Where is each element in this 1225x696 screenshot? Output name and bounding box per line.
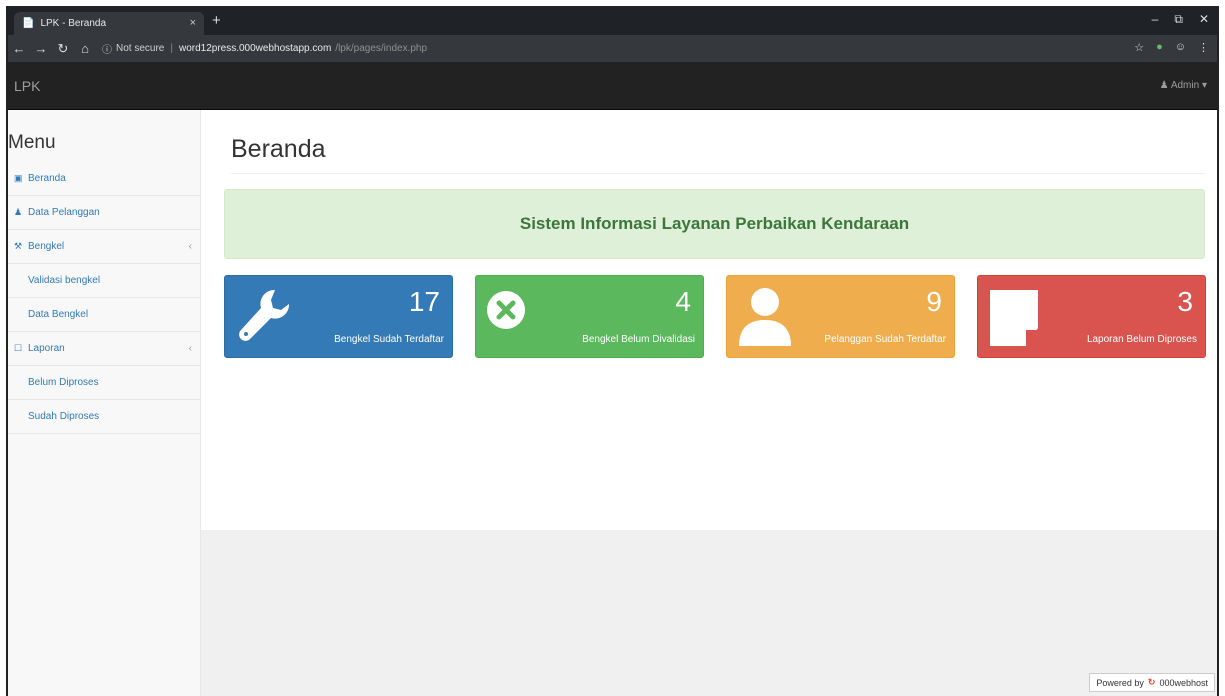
sidebar-item-label: Laporan bbox=[28, 343, 65, 354]
sidebar-item-laporan[interactable]: ☐ Laporan ‹ bbox=[8, 332, 200, 366]
sidebar-item-beranda[interactable]: ▣ Beranda bbox=[8, 162, 200, 196]
stat-count: 17 bbox=[408, 286, 440, 317]
stat-label: Bengkel Sudah Terdaftar bbox=[334, 334, 444, 345]
sticky-note-icon bbox=[990, 290, 1038, 346]
url-host: word12press.000webhostapp.com bbox=[178, 43, 332, 54]
sidebar-title: Menu bbox=[8, 132, 56, 153]
new-tab-button[interactable]: + bbox=[212, 12, 221, 29]
dashboard-icon: ▣ bbox=[14, 173, 23, 183]
address-bar: ← → ↻ ⌂ ⓘ Not secure | word12press.000we… bbox=[8, 35, 1217, 62]
divider bbox=[231, 173, 1205, 174]
url-path: /lpk/pages/index.php bbox=[335, 43, 428, 54]
sidebar: Menu ▣ Beranda ♟ Data Pelanggan ⚒ Bengke… bbox=[8, 110, 201, 696]
sidebar-item-label: Bengkel bbox=[28, 241, 65, 252]
main-content: Beranda Sistem Informasi Layanan Perbaik… bbox=[201, 110, 1217, 530]
caret-down-icon: ▾ bbox=[1201, 80, 1207, 91]
app-navbar: LPK ♟ Admin ▾ bbox=[8, 62, 1217, 110]
stat-count: 3 bbox=[1177, 286, 1193, 317]
sidebar-item-validasi-bengkel[interactable]: Validasi bengkel bbox=[8, 264, 200, 298]
wrench-icon bbox=[239, 289, 290, 341]
browser-tab[interactable]: 📄 LPK - Beranda × bbox=[14, 12, 204, 35]
user-icon bbox=[739, 288, 791, 346]
stat-label: Bengkel Belum Divalidasi bbox=[582, 334, 695, 345]
stat-label: Pelanggan Sudah Terdaftar bbox=[824, 334, 946, 345]
reload-icon[interactable]: ↻ bbox=[52, 41, 74, 57]
url-field[interactable]: ⓘ Not secure | word12press.000webhostapp… bbox=[102, 41, 427, 56]
tab-bar: 📄 LPK - Beranda × + – ⧉ ✕ bbox=[8, 8, 1217, 35]
hosting-badge[interactable]: Powered by ↻ 000webhost bbox=[1089, 673, 1215, 692]
navbar-brand[interactable]: LPK bbox=[14, 78, 40, 94]
toolbar-icons: ☆ ● ☺ ⋮ bbox=[1134, 41, 1209, 54]
browser-window: 📄 LPK - Beranda × + – ⧉ ✕ ← → ↻ ⌂ ⓘ Not … bbox=[6, 6, 1219, 696]
close-window-icon[interactable]: ✕ bbox=[1199, 12, 1209, 27]
user-dropdown[interactable]: ♟ Admin ▾ bbox=[1160, 80, 1207, 91]
sidebar-item-belum-diproses[interactable]: Belum Diproses bbox=[8, 366, 200, 400]
tab-close-icon[interactable]: × bbox=[190, 17, 196, 29]
wrench-icon: ⚒ bbox=[14, 241, 23, 251]
sidebar-item-label: Sudah Diproses bbox=[28, 411, 100, 422]
chevron-left-icon: ‹ bbox=[188, 241, 192, 252]
bookmark-star-icon[interactable]: ☆ bbox=[1134, 41, 1144, 54]
sidebar-item-data-pelanggan[interactable]: ♟ Data Pelanggan bbox=[8, 196, 200, 230]
tab-title: LPK - Beranda bbox=[40, 18, 107, 29]
restore-icon[interactable]: ⧉ bbox=[1174, 12, 1183, 27]
sidebar-item-label: Belum Diproses bbox=[28, 377, 99, 388]
stat-card-laporan-belum-diproses[interactable]: 3 Laporan Belum Diproses bbox=[977, 275, 1206, 358]
powered-by-text: Powered by bbox=[1096, 677, 1144, 688]
account-icon[interactable]: ☺ bbox=[1175, 41, 1186, 54]
info-icon[interactable]: ⓘ bbox=[102, 41, 112, 56]
page-icon: 📄 bbox=[22, 18, 35, 29]
minimize-icon[interactable]: – bbox=[1152, 12, 1159, 27]
stat-count: 4 bbox=[675, 286, 691, 317]
user-icon: ♟ bbox=[1159, 80, 1169, 91]
sidebar-item-sudah-diproses[interactable]: Sudah Diproses bbox=[8, 400, 200, 434]
sidebar-item-label: Data Pelanggan bbox=[28, 207, 100, 218]
sidebar-item-label: Beranda bbox=[28, 173, 66, 184]
sidebar-item-label: Data Bengkel bbox=[28, 309, 89, 320]
sidebar-item-bengkel[interactable]: ⚒ Bengkel ‹ bbox=[8, 230, 200, 264]
welcome-banner: Sistem Informasi Layanan Perbaikan Kenda… bbox=[224, 189, 1205, 259]
checkbox-icon: ☐ bbox=[14, 343, 23, 353]
security-label: Not secure bbox=[116, 43, 165, 54]
page-title: Beranda bbox=[231, 135, 326, 163]
stat-card-bengkel-belum-divalidasi[interactable]: 4 Bengkel Belum Divalidasi bbox=[475, 275, 704, 358]
host-brand: 000webhost bbox=[1159, 677, 1208, 688]
back-icon[interactable]: ← bbox=[8, 41, 30, 56]
stat-label: Laporan Belum Diproses bbox=[1086, 334, 1197, 345]
home-icon[interactable]: ⌂ bbox=[74, 41, 96, 56]
stat-count: 9 bbox=[926, 286, 942, 317]
forward-icon[interactable]: → bbox=[30, 41, 52, 56]
user-icon: ♟ bbox=[14, 207, 23, 217]
stat-card-pelanggan-terdaftar[interactable]: 9 Pelanggan Sudah Terdaftar bbox=[726, 275, 955, 358]
user-name: Admin bbox=[1170, 80, 1200, 91]
sidebar-item-data-bengkel[interactable]: Data Bengkel bbox=[8, 298, 200, 332]
window-controls: – ⧉ ✕ bbox=[1152, 12, 1209, 27]
sidebar-item-label: Validasi bengkel bbox=[28, 275, 101, 286]
stat-card-bengkel-terdaftar[interactable]: 17 Bengkel Sudah Terdaftar bbox=[224, 275, 453, 358]
times-circle-icon bbox=[487, 291, 525, 329]
host-logo-icon: ↻ bbox=[1147, 677, 1156, 687]
extension-icon[interactable]: ● bbox=[1156, 41, 1163, 54]
more-menu-icon[interactable]: ⋮ bbox=[1198, 41, 1209, 54]
chevron-left-icon: ‹ bbox=[188, 343, 192, 354]
url-separator: | bbox=[170, 43, 173, 54]
